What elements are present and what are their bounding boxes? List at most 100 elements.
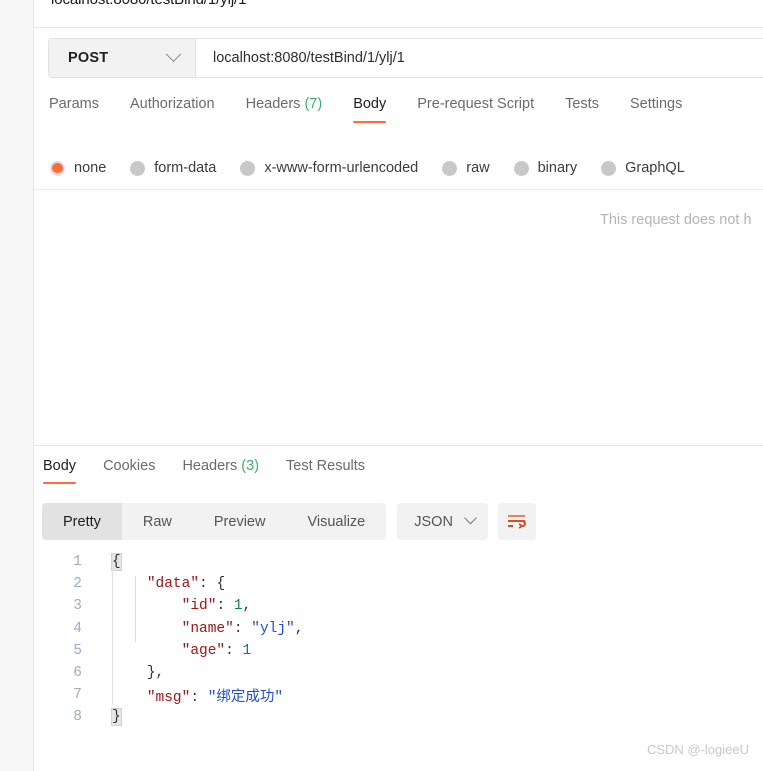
radio-button-icon: [240, 160, 256, 176]
request-tab-body[interactable]: Body: [353, 96, 387, 123]
code-line: 4 "name": "ylj",: [34, 618, 763, 640]
code-line-number: 6: [73, 665, 82, 682]
request-tab-label: Tests: [565, 96, 599, 112]
code-line-content: {: [90, 553, 122, 572]
code-line: 3 "id": 1,: [34, 595, 763, 617]
code-line-content: "age": 1: [90, 642, 252, 659]
request-tab-label: Params: [49, 96, 99, 112]
response-view-mode-preview[interactable]: Preview: [193, 503, 287, 540]
code-token: "ylj": [251, 620, 295, 637]
response-panel: Body Cookies Headers (3) Test Results Prett…: [34, 445, 763, 771]
response-view-mode-visualize[interactable]: Visualize: [286, 503, 386, 540]
response-tab-label: Headers: [182, 458, 238, 474]
code-token: 1: [233, 598, 243, 615]
code-token: "绑定成功": [207, 689, 284, 706]
body-type-radio-x-www-form-urlencoded[interactable]: x-www-form-urlencoded: [240, 160, 418, 176]
radio-button-icon: [601, 160, 617, 176]
response-view-mode-group: Pretty Raw Preview Visualize: [42, 503, 387, 540]
request-tab-label: Headers: [245, 96, 301, 112]
code-line-content: "data": {: [90, 576, 225, 592]
code-line: 1{: [34, 551, 763, 573]
request-tab-label: Settings: [629, 96, 683, 112]
body-type-radio-label: none: [74, 160, 107, 176]
response-format-label: JSON: [414, 513, 453, 530]
body-type-radio-binary[interactable]: binary: [513, 160, 578, 176]
response-tab-body[interactable]: Body: [43, 458, 77, 484]
code-line: 6 },: [34, 662, 763, 684]
code-token: :: [190, 689, 208, 706]
body-type-radio-form-data[interactable]: form-data: [130, 160, 216, 176]
request-tab-label: Pre-request Script: [417, 96, 535, 112]
chevron-down-icon: [464, 511, 477, 525]
code-token: 1: [242, 642, 252, 659]
code-token: "msg": [146, 689, 191, 706]
code-line-number: 3: [73, 598, 82, 615]
response-tab-label: Test Results: [286, 458, 366, 474]
code-token: ,: [294, 620, 304, 637]
url-bar: POST localhost:8080/testBind/1/ylj/1: [48, 38, 763, 78]
watermark: CSDN @-logieeU: [646, 742, 749, 757]
response-view-mode-pretty[interactable]: Pretty: [42, 503, 122, 540]
body-type-radio-label: form-data: [154, 160, 217, 176]
code-fold-guide: [112, 553, 113, 705]
request-body-area: This request does not h: [34, 189, 763, 445]
code-token: ,: [242, 598, 252, 615]
response-tab-test-results[interactable]: Test Results: [286, 458, 365, 484]
body-type-radio-group: none form-data x-www-form-urlencoded raw bin…: [34, 153, 763, 183]
request-tab-label: Authorization: [129, 96, 215, 112]
code-token: }: [111, 708, 122, 727]
code-token: :: [225, 642, 243, 659]
body-type-radio-label: raw: [466, 160, 490, 176]
body-type-radio-graphql[interactable]: GraphQL: [601, 160, 685, 176]
code-line-content: "msg": "绑定成功": [90, 685, 283, 706]
postman-window: localhost:8080/testBind/1/ylj/1 POST loc…: [0, 0, 763, 771]
request-tab-authorization[interactable]: Authorization: [130, 96, 215, 123]
code-token: }: [146, 665, 156, 682]
code-line-content: "id": 1,: [90, 598, 252, 615]
request-body-empty-message: This request does not h: [600, 212, 752, 228]
request-tab-pre-request-script[interactable]: Pre-request Script: [417, 96, 534, 123]
request-tab-title-bar[interactable]: localhost:8080/testBind/1/ylj/1: [34, 0, 763, 28]
request-tabs: Params Authorization Headers (7) Body Pre-re…: [34, 96, 763, 139]
code-indent-guide: [135, 576, 136, 642]
code-line-content: }: [90, 708, 122, 727]
request-tab-settings[interactable]: Settings: [630, 96, 682, 123]
code-line-number: 5: [73, 642, 82, 659]
code-line-number: 1: [73, 554, 82, 571]
response-tabs: Body Cookies Headers (3) Test Results: [34, 458, 763, 496]
request-tab-count: (7): [304, 96, 323, 112]
response-view-mode-raw[interactable]: Raw: [122, 503, 193, 540]
url-input[interactable]: localhost:8080/testBind/1/ylj/1: [196, 39, 763, 77]
url-bar-row: POST localhost:8080/testBind/1/ylj/1: [34, 29, 763, 86]
request-tab-label: Body: [353, 96, 387, 112]
response-tab-headers[interactable]: Headers (3): [182, 458, 259, 484]
body-type-radio-none[interactable]: none: [50, 160, 106, 176]
chevron-down-icon: [165, 45, 182, 62]
response-body-code-viewer[interactable]: 1{2 "data": {3 "id": 1, 4 "name": "ylj", 5…: [34, 551, 763, 771]
code-line: 8}: [34, 706, 763, 728]
request-tab-headers[interactable]: Headers (7): [246, 96, 323, 123]
left-gutter-strip: [0, 0, 34, 771]
request-tab-params[interactable]: Params: [49, 96, 99, 123]
code-line-number: 7: [73, 687, 82, 704]
body-type-radio-label: binary: [537, 160, 578, 176]
radio-button-icon: [513, 160, 529, 176]
code-line: 2 "data": {: [34, 573, 763, 595]
request-tab-tests[interactable]: Tests: [565, 96, 599, 123]
code-token: "age": [181, 642, 226, 659]
code-line: 5 "age": 1: [34, 640, 763, 662]
code-token: {: [111, 553, 122, 572]
response-tab-cookies[interactable]: Cookies: [103, 458, 155, 484]
code-line-number: 8: [73, 709, 82, 726]
radio-button-icon: [50, 160, 65, 176]
word-wrap-button[interactable]: [497, 503, 536, 540]
code-token: :: [199, 576, 217, 593]
response-format-select[interactable]: JSON: [397, 503, 488, 540]
body-type-radio-raw[interactable]: raw: [442, 160, 490, 176]
radio-button-icon: [442, 160, 458, 176]
request-tab-title: localhost:8080/testBind/1/ylj/1: [51, 0, 246, 8]
code-line-content: },: [90, 665, 164, 681]
code-line: 7 "msg": "绑定成功": [34, 684, 763, 706]
http-method-select[interactable]: POST: [49, 39, 196, 77]
response-viewer-toolbar: Pretty Raw Preview Visualize JSON: [42, 503, 536, 540]
